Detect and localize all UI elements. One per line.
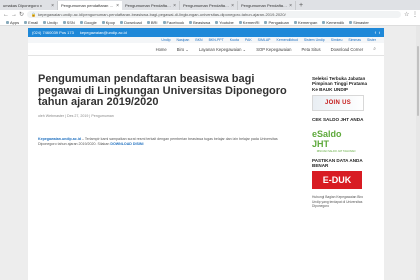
close-tab-icon[interactable]: × bbox=[231, 3, 234, 9]
article: Pengumuman pendaftaran beasiswa bagi peg… bbox=[38, 73, 300, 147]
close-tab-icon[interactable]: × bbox=[116, 3, 119, 9]
nav-label: Biro bbox=[176, 46, 185, 52]
sidebar-heading-saldo: CEK SALDO JHT ANDA bbox=[312, 117, 364, 123]
url-text: kepegawaian.undip.ac.id/pengumuman-penda… bbox=[37, 12, 286, 17]
nav-layanan[interactable]: Layanan Kepegawaian ⌄ bbox=[199, 47, 246, 52]
close-tab-icon[interactable]: × bbox=[51, 3, 54, 9]
bookmark-item[interactable]: SSN bbox=[63, 20, 75, 25]
top-link[interactable]: Undip bbox=[161, 38, 170, 42]
back-icon[interactable]: ← bbox=[3, 12, 9, 18]
top-link[interactable]: BKN bbox=[195, 38, 202, 42]
new-tab-button[interactable]: + bbox=[296, 1, 306, 10]
esaldo-logo: eSaldo JHT bbox=[312, 128, 342, 149]
url-field[interactable]: 🔒 kepegawaian.undip.ac.id/pengumuman-pend… bbox=[27, 11, 401, 18]
top-link[interactable]: Kemendikbud bbox=[277, 38, 298, 42]
nav-sop[interactable]: SOP Kepegawaian bbox=[256, 47, 291, 52]
tab-title: Pengumuman Pendaftaran Beasi bbox=[241, 3, 288, 8]
star-icon[interactable]: ☆ bbox=[404, 11, 409, 18]
menu-icon[interactable]: ⋮ bbox=[412, 11, 418, 18]
top-link[interactable]: Nasipan bbox=[177, 38, 190, 42]
browser-tab[interactable]: Pengumuman Pendaftaran Beasi× bbox=[122, 1, 180, 10]
chevron-down-icon: ⌄ bbox=[185, 46, 189, 52]
twitter-icon[interactable]: t bbox=[379, 30, 380, 35]
source-link[interactable]: Kepegawaian.undip.ac.id bbox=[38, 137, 81, 141]
phone-text: (024) 7460039 Pos 173 bbox=[32, 30, 74, 35]
nav-home[interactable]: Home bbox=[156, 47, 167, 52]
bookmark-item[interactable]: Undip bbox=[43, 20, 57, 25]
bookmark-item[interactable]: Youtube bbox=[215, 20, 234, 25]
join-us-banner[interactable]: JOIN US bbox=[312, 95, 364, 112]
close-tab-icon[interactable]: × bbox=[173, 3, 176, 9]
page-scrollbar[interactable] bbox=[416, 26, 420, 280]
top-link[interactable]: Simkeu bbox=[331, 38, 343, 42]
top-link[interactable]: Sister bbox=[367, 38, 376, 42]
forward-icon[interactable]: → bbox=[11, 12, 17, 18]
bookmark-item[interactable]: Email bbox=[24, 20, 38, 25]
article-body: Kepegawaian.undip.ac.id – Terlampir kami… bbox=[38, 137, 288, 147]
tab-title: Pengumuman pendaftaran beasiswa bbox=[61, 3, 114, 8]
nav-biro[interactable]: Biro ⌄ bbox=[177, 47, 189, 52]
tab-title: Pengumuman Pendaftaran Beasi bbox=[125, 3, 172, 8]
article-title: Pengumuman pendaftaran beasiswa bagi peg… bbox=[38, 73, 287, 108]
top-link[interactable]: Simmas bbox=[348, 38, 361, 42]
sidebar-note: Hubungi Bagian Kepegawaian Biro Undip ya… bbox=[312, 195, 364, 209]
esaldo-subtitle: RINCIAN SALDO JHT TAHUNAN bbox=[316, 149, 356, 153]
email-link[interactable]: kepegawaian@undip.ac.id bbox=[80, 30, 127, 35]
bookmark-item[interactable]: Simaster bbox=[349, 20, 369, 25]
bookmark-item[interactable]: Kemendik bbox=[322, 20, 344, 25]
article-meta: oleh Webmaster | Des 27, 2019 | Pengumum… bbox=[38, 113, 114, 118]
chevron-down-icon: ⌄ bbox=[242, 46, 247, 52]
bookmark-item[interactable]: Beasiswa bbox=[189, 20, 210, 25]
bookmark-item[interactable]: Kemenpan bbox=[294, 20, 317, 25]
lock-icon: 🔒 bbox=[31, 12, 36, 17]
sidebar-heading-data: PASTIKAN DATA ANDA BENAR bbox=[312, 157, 363, 169]
bookmark-item[interactable]: Kpop bbox=[102, 20, 115, 25]
top-link[interactable]: Kuota bbox=[230, 38, 239, 42]
esaldo-banner[interactable]: eSaldo JHT RINCIAN SALDO JHT TAHUNAN bbox=[312, 127, 360, 155]
bookmarks-bar: Apps Email Undip SSN Google Kpop Downloa… bbox=[0, 19, 420, 26]
bookmark-item[interactable]: Google bbox=[80, 20, 97, 25]
browser-tab-active[interactable]: Pengumuman pendaftaran beasiswa× bbox=[58, 1, 122, 10]
tab-title: umakas Diponegoro x bbox=[3, 3, 42, 8]
reload-icon[interactable]: ↻ bbox=[19, 11, 24, 18]
top-link[interactable]: PAK bbox=[245, 38, 252, 42]
page-content: Pengumuman pendaftaran beasiswa bagi peg… bbox=[28, 56, 384, 280]
browser-tab-bar: umakas Diponegoro x × Pengumuman pendafta… bbox=[0, 0, 420, 10]
top-link[interactable]: BKN-PPT bbox=[209, 38, 224, 42]
top-link[interactable]: Sistem Undip bbox=[304, 38, 325, 42]
site-header: Home Biro ⌄ Layanan Kepegawaian ⌄ SOP Ke… bbox=[28, 43, 384, 56]
site-contact-bar: (024) 7460039 Pos 173 kepegawaian@undip.… bbox=[28, 28, 384, 37]
tab-title: Pengumuman Pendaftaran Beasi bbox=[183, 3, 230, 8]
bookmark-item[interactable]: BRI bbox=[147, 20, 158, 25]
close-tab-icon[interactable]: × bbox=[289, 3, 292, 9]
browser-tab[interactable]: Pengumuman Pendaftaran Beasi× bbox=[238, 1, 296, 10]
nav-download-corner[interactable]: Download Corner bbox=[331, 47, 364, 52]
sidebar-heading-seleksi: Seleksi Terbuka Jabatan Pimpinan Tinggi … bbox=[312, 76, 368, 92]
top-link[interactable]: SIMLAP bbox=[258, 38, 271, 42]
bookmark-item[interactable]: Apps bbox=[6, 20, 19, 25]
bookmark-item[interactable]: Pengaduan bbox=[264, 20, 288, 25]
browser-tab[interactable]: Pengumuman Pendaftaran Beasi× bbox=[180, 1, 238, 10]
nav-peta-situs[interactable]: Peta Situs bbox=[302, 47, 321, 52]
download-link[interactable]: DOWNLOAD DISINI bbox=[110, 142, 143, 146]
address-bar: ← → ↻ 🔒 kepegawaian.undip.ac.id/pengumuma… bbox=[0, 10, 420, 19]
scrollbar-thumb[interactable] bbox=[417, 46, 419, 116]
eduk-banner[interactable]: E-DUK bbox=[312, 171, 362, 190]
bookmark-item[interactable]: KemenRI bbox=[239, 20, 260, 25]
facebook-icon[interactable]: f bbox=[375, 30, 376, 35]
sidebar: Seleksi Terbuka Jabatan Pimpinan Tinggi … bbox=[312, 76, 372, 209]
bookmark-item[interactable]: Facebook bbox=[163, 20, 185, 25]
nav-label: Layanan Kepegawaian bbox=[198, 46, 242, 52]
bookmark-item[interactable]: Download bbox=[120, 20, 142, 25]
search-icon[interactable]: ⌕ bbox=[373, 46, 376, 52]
browser-tab[interactable]: umakas Diponegoro x × bbox=[0, 1, 58, 10]
